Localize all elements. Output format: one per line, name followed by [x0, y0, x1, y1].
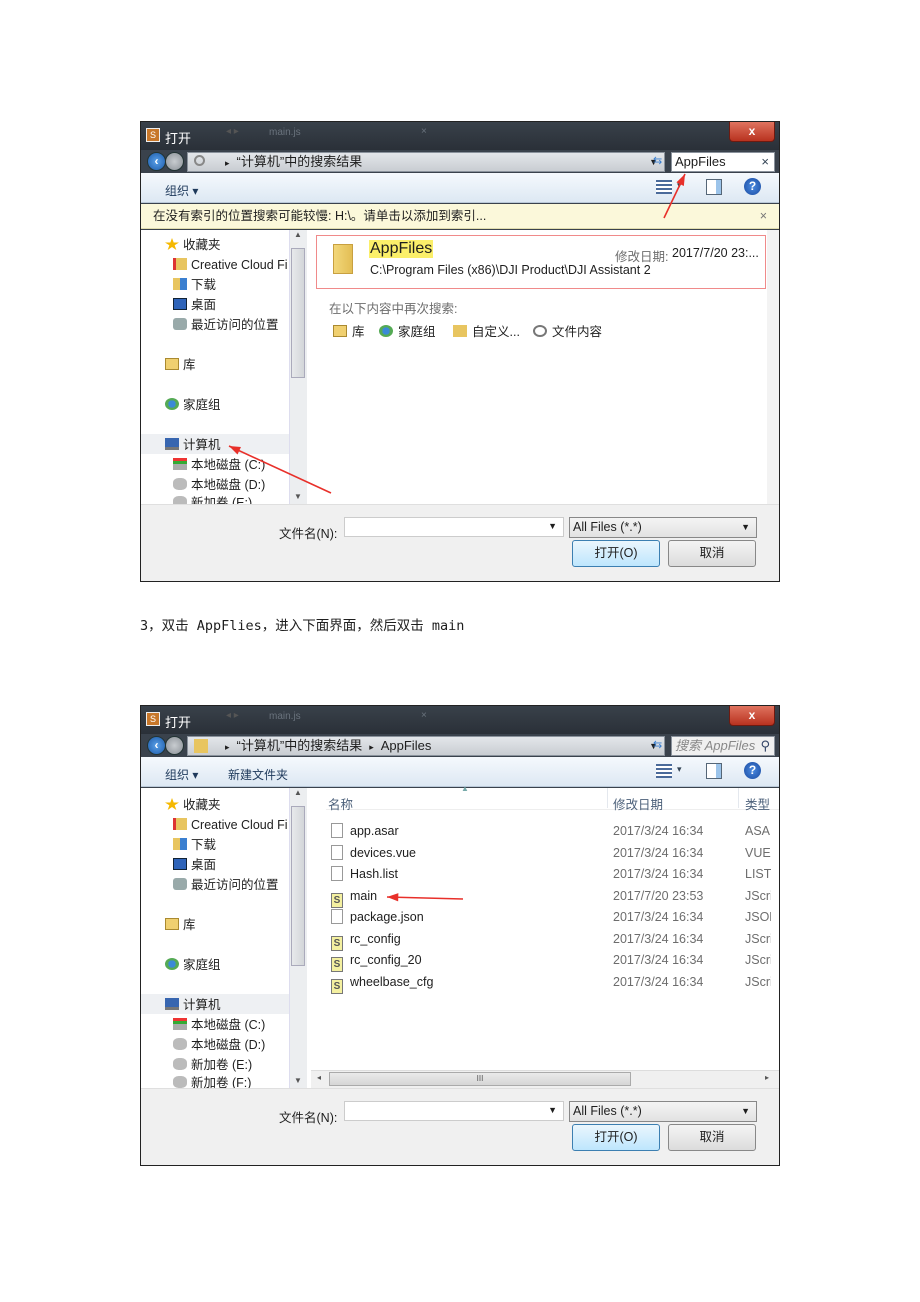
annotation-arrows [228, 173, 686, 494]
open-file-dialog-search: S 打开 ◂ ▸ main.js × x ‹ ▸ “计算机”中的搜索结果 ▼ ⇆ AppFiles × 组… [140, 121, 780, 582]
instruction-caption: 3，双击 AppFlies，进入下面界面，然后双击 main [140, 618, 465, 634]
open-file-dialog-appfiles: S 打开 ◂ ▸ main.js × x ‹ ▸ “计算机”中的搜索结果 ▸ AppFiles ▼ ⇆ 搜… [140, 705, 780, 1166]
annotation-arrows [386, 893, 464, 902]
annotation-arrow [228, 445, 332, 494]
annotation-arrow [663, 173, 686, 219]
annotation-arrow [386, 893, 464, 902]
